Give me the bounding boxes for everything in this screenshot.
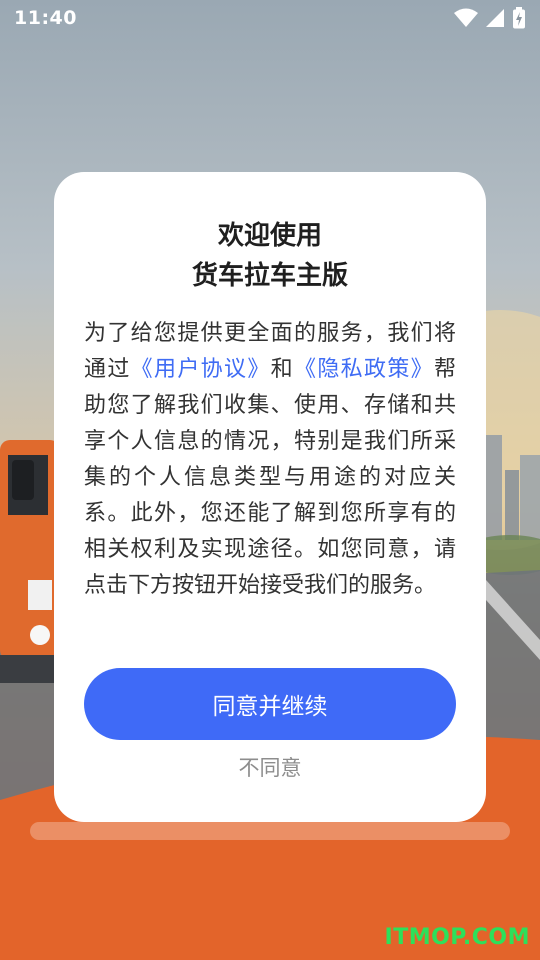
dialog-body-text: 为了给您提供更全面的服务，我们将通过《用户协议》和《隐私政策》帮助您了解我们收集… (84, 316, 456, 604)
status-bar: 11:40 (0, 0, 540, 36)
wifi-icon (454, 8, 478, 27)
privacy-policy-link[interactable]: 《隐私政策》 (294, 357, 434, 382)
dialog-title-line1: 欢迎使用 (217, 221, 322, 251)
status-time: 11:40 (14, 7, 77, 29)
body-text-rest: 帮助您了解我们收集、使用、存储和共享个人信息的情况，特别是我们所采集的个人信息类… (84, 357, 456, 598)
user-agreement-link[interactable]: 《用户协议》 (131, 357, 271, 382)
dialog-title: 欢迎使用 货车拉车主版 (84, 216, 456, 296)
dialog-title-line2: 货车拉车主版 (191, 261, 348, 291)
cellular-signal-icon (486, 9, 504, 27)
site-watermark: ITMOP.COM (384, 925, 530, 950)
battery-charging-icon (513, 7, 525, 29)
body-text-and: 和 (270, 357, 294, 382)
privacy-consent-dialog: 欢迎使用 货车拉车主版 为了给您提供更全面的服务，我们将通过《用户协议》和《隐私… (54, 172, 486, 822)
dialog-shadow-bar (30, 822, 510, 840)
status-icons (454, 7, 526, 29)
agree-and-continue-button[interactable]: 同意并继续 (84, 668, 456, 740)
disagree-button[interactable]: 不同意 (54, 752, 486, 782)
